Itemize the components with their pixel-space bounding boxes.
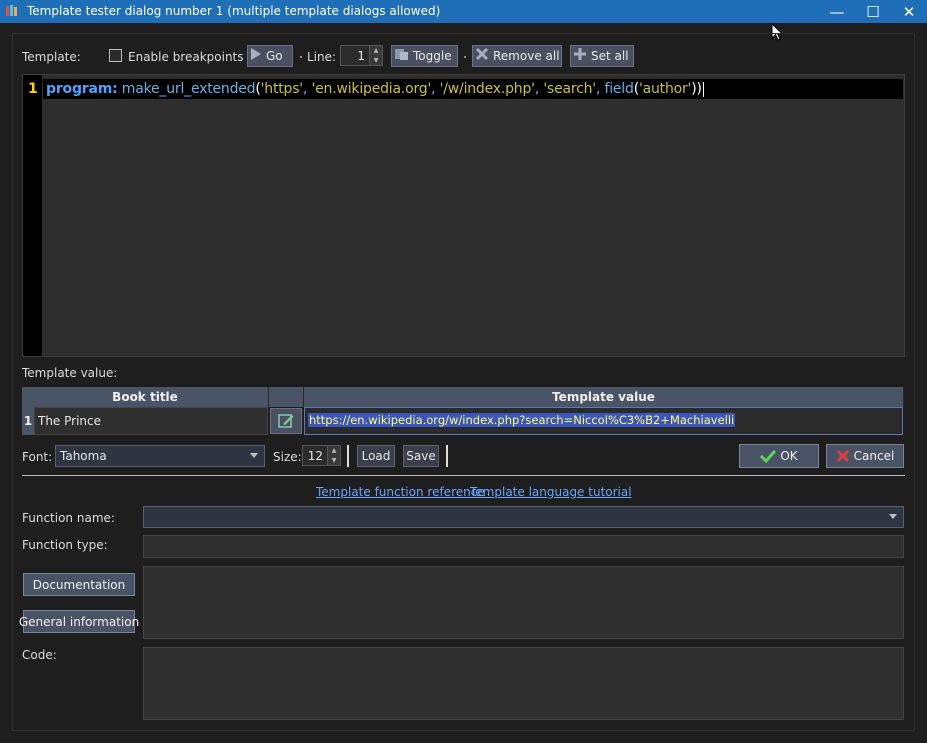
documentation-button[interactable]: Documentation <box>23 573 135 596</box>
spin-up-icon[interactable]: ▲ <box>370 46 382 56</box>
separator-bar <box>446 445 448 467</box>
general-information-label: General information <box>18 614 140 629</box>
book-title-cell[interactable]: The Prince <box>34 407 268 435</box>
plus-icon <box>573 47 587 65</box>
load-button-label: Load <box>361 449 391 463</box>
keyword-token: program: <box>46 81 118 97</box>
template-value-text: https://en.wikipedia.org/w/index.php?sea… <box>308 413 736 427</box>
language-tutorial-link[interactable]: Template language tutorial <box>470 485 632 499</box>
title-bar: Template tester dialog number 1 (multipl… <box>0 0 927 23</box>
load-button[interactable]: Load <box>357 445 395 467</box>
line-spinbox[interactable]: 1 ▲ ▼ <box>340 45 383 66</box>
chevron-down-icon <box>250 453 258 458</box>
row-number: 1 <box>22 407 34 435</box>
spin-up-icon[interactable]: ▲ <box>328 446 340 456</box>
set-all-label: Set all <box>591 49 629 63</box>
spin-down-icon[interactable]: ▼ <box>370 55 382 65</box>
column-header-edit <box>269 387 304 407</box>
comma-token: , <box>431 81 440 97</box>
template-label: Template: <box>22 50 81 64</box>
chevron-down-icon <box>889 514 897 519</box>
documentation-button-label: Documentation <box>32 577 126 592</box>
save-button[interactable]: Save <box>403 445 439 467</box>
window-title: Template tester dialog number 1 (multipl… <box>27 4 441 18</box>
edit-pencil-icon <box>278 414 294 428</box>
function-token: make_url_extended <box>121 81 256 97</box>
function-type-field[interactable] <box>143 535 904 558</box>
toggle-button[interactable]: Toggle <box>391 45 458 67</box>
toolbar-separator <box>300 56 302 58</box>
ok-button[interactable]: OK <box>739 444 819 468</box>
font-size-value: 12 <box>307 448 323 463</box>
string-token: 'search' <box>543 81 596 97</box>
close-button[interactable]: ✕ <box>891 0 927 23</box>
font-combobox-value: Tahoma <box>60 449 107 463</box>
font-size-spinbox[interactable]: 12 ▲ ▼ <box>302 445 341 466</box>
line-label: Line: <box>307 50 337 64</box>
horizontal-divider <box>22 475 905 476</box>
function-type-label: Function type: <box>22 538 108 552</box>
template-value-label: Template value: <box>22 366 118 380</box>
toggle-button-label: Toggle <box>413 49 452 63</box>
font-label: Font: <box>22 450 53 464</box>
remove-x-icon <box>475 47 489 65</box>
enable-breakpoints-label[interactable]: Enable breakpoints <box>128 50 244 64</box>
documentation-text-area[interactable] <box>143 566 904 639</box>
ok-button-label: OK <box>780 449 798 463</box>
string-token: '/w/index.php' <box>439 81 535 97</box>
size-label: Size: <box>273 450 302 464</box>
string-token: 'author' <box>638 81 692 97</box>
column-header-book-title[interactable]: Book title <box>22 387 269 407</box>
text-cursor <box>702 81 704 97</box>
toolbar-separator <box>464 56 466 58</box>
template-value-cell[interactable]: https://en.wikipedia.org/w/index.php?sea… <box>304 407 903 435</box>
function-name-combobox[interactable] <box>143 506 904 528</box>
enable-breakpoints-checkbox[interactable] <box>109 49 122 62</box>
code-label: Code: <box>22 648 57 662</box>
minimize-button[interactable]: — <box>819 0 855 23</box>
maximize-button[interactable]: ☐ <box>855 0 891 23</box>
go-button[interactable]: Go <box>247 45 293 67</box>
toolbar-separator <box>239 56 241 58</box>
code-line[interactable]: program: make_url_extended('https', 'en.… <box>43 79 903 99</box>
go-button-label: Go <box>266 49 283 63</box>
edit-book-button[interactable] <box>270 408 302 434</box>
function-token: field <box>604 81 634 97</box>
book-title-text: The Prince <box>38 414 102 428</box>
code-text-area[interactable] <box>143 647 904 720</box>
calibre-app-icon <box>6 5 17 16</box>
general-information-button[interactable]: General information <box>19 610 139 633</box>
play-icon <box>250 47 262 65</box>
cancel-button-label: Cancel <box>853 449 895 463</box>
remove-all-label: Remove all <box>493 49 560 63</box>
toggle-breakpoint-icon <box>394 47 409 65</box>
spin-down-icon[interactable]: ▼ <box>328 455 340 465</box>
checkmark-icon <box>760 449 777 463</box>
line-spinbox-value: 1 <box>357 48 365 63</box>
save-button-label: Save <box>406 449 436 463</box>
function-reference-link[interactable]: Template function reference <box>316 485 485 499</box>
cancel-x-icon <box>836 449 849 463</box>
template-editor[interactable]: 1 program: make_url_extended('https', 'e… <box>22 74 905 357</box>
cancel-button[interactable]: Cancel <box>826 444 904 468</box>
string-token: 'en.wikipedia.org' <box>311 81 432 97</box>
set-all-button[interactable]: Set all <box>570 45 634 67</box>
line-number-gutter: 1 <box>23 75 42 356</box>
function-name-label: Function name: <box>22 511 115 525</box>
remove-all-button[interactable]: Remove all <box>472 45 562 67</box>
string-token: 'https' <box>260 81 304 97</box>
separator-bar <box>347 445 349 467</box>
paren-token: ) <box>696 81 702 97</box>
column-header-template-value[interactable]: Template value <box>304 387 904 407</box>
line-number: 1 <box>28 81 38 97</box>
font-combobox[interactable]: Tahoma <box>55 445 265 467</box>
